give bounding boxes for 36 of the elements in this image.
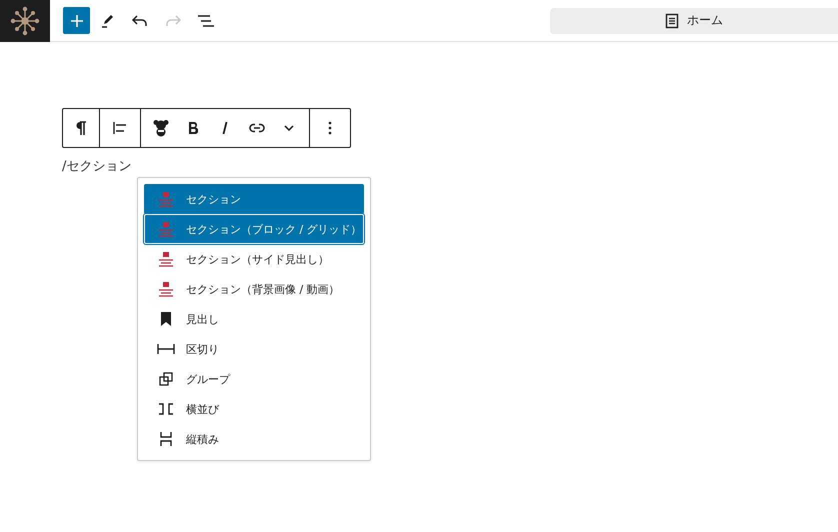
menu-item[interactable]: セクション（サイド見出し） bbox=[144, 244, 364, 274]
site-logo[interactable] bbox=[0, 0, 50, 42]
italic-icon bbox=[222, 122, 228, 134]
section-icon bbox=[158, 251, 174, 267]
bookmark-icon bbox=[160, 312, 172, 326]
section-icon bbox=[158, 221, 174, 237]
undo-icon bbox=[130, 14, 148, 28]
editor-text[interactable]: /セクション bbox=[62, 159, 132, 175]
plus-icon bbox=[70, 14, 84, 28]
section-icon bbox=[158, 191, 174, 207]
redo-icon bbox=[164, 14, 182, 28]
pilcrow-icon bbox=[75, 121, 87, 135]
menu-item[interactable]: グループ bbox=[144, 364, 364, 394]
row-icon bbox=[158, 403, 174, 415]
group-icon bbox=[159, 372, 173, 386]
align-icon bbox=[112, 121, 128, 135]
more-vertical-icon bbox=[328, 121, 332, 135]
menu-item[interactable]: セクション bbox=[144, 184, 364, 214]
document-bar[interactable]: ホーム bbox=[550, 8, 838, 34]
section-icon bbox=[158, 281, 174, 297]
page-icon bbox=[665, 12, 679, 28]
menu-item[interactable]: 横並び bbox=[144, 394, 364, 424]
menu-item[interactable]: セクション（ブロック / グリッド） bbox=[144, 214, 364, 244]
menu-item[interactable]: セクション（背景画像 / 動画） bbox=[144, 274, 364, 304]
list-view-icon bbox=[196, 14, 214, 28]
chevron-down-icon bbox=[284, 125, 294, 131]
menu-item[interactable]: 区切り bbox=[144, 334, 364, 364]
add-block-button[interactable] bbox=[63, 7, 90, 34]
snowflake-icon bbox=[9, 4, 41, 36]
link-icon bbox=[249, 123, 265, 133]
menu-item[interactable]: 縦積み bbox=[144, 424, 364, 454]
separator-icon bbox=[157, 344, 175, 354]
stack-icon bbox=[160, 431, 172, 447]
bold-icon bbox=[188, 122, 198, 134]
menu-item[interactable]: 見出し bbox=[144, 304, 364, 334]
document-title: ホーム bbox=[687, 12, 723, 29]
